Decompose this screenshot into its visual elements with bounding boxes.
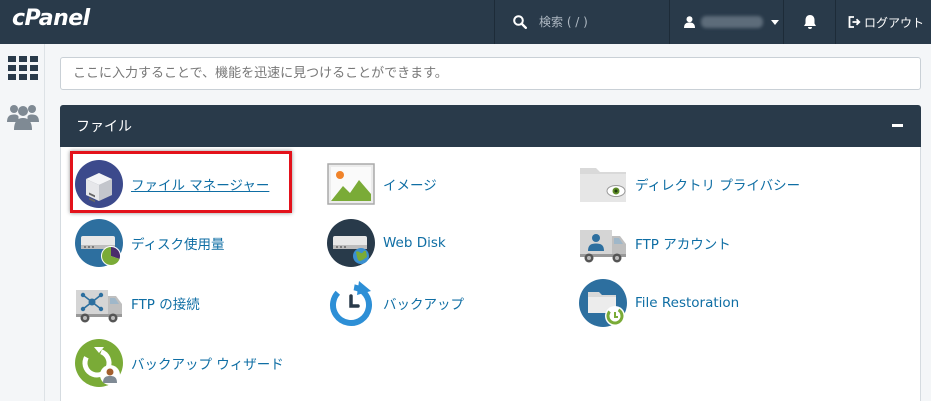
sidebar-item-users[interactable]: [0, 94, 45, 138]
feature-search-input[interactable]: [60, 57, 921, 90]
file-restoration-link[interactable]: File Restoration: [579, 279, 739, 327]
ftp-connections-label: FTP の接続: [131, 297, 200, 313]
web-disk-icon: [327, 219, 375, 267]
left-sidebar: [0, 44, 45, 401]
logout-icon: [848, 16, 861, 28]
backup-wizard-label: バックアップ ウィザード: [131, 357, 284, 373]
backup-wizard-icon: [75, 339, 123, 387]
user-menu[interactable]: username: [669, 0, 783, 44]
backup-icon: [330, 281, 372, 326]
file-restoration-label: File Restoration: [635, 295, 740, 311]
web-disk-link[interactable]: Web Disk: [327, 219, 446, 267]
disk-usage-label: ディスク使用量: [131, 237, 225, 253]
users-icon: [6, 105, 39, 130]
ftp-connections-link[interactable]: FTP の接続: [75, 279, 200, 327]
search-icon: [513, 15, 527, 29]
ftp-connections-icon: [76, 290, 122, 323]
header-search-input[interactable]: [539, 15, 659, 29]
notifications-button[interactable]: [783, 0, 835, 44]
user-icon: [684, 16, 695, 28]
images-label: イメージ: [383, 178, 437, 194]
user-name: username: [701, 16, 763, 28]
backup-link[interactable]: バックアップ: [327, 279, 464, 327]
logout-label: ログアウト: [864, 15, 925, 30]
web-disk-label: Web Disk: [383, 235, 446, 251]
sidebar-item-apps[interactable]: [0, 46, 45, 90]
top-bar: cPanel username ログアウト: [0, 0, 931, 44]
header-search[interactable]: [494, 0, 669, 44]
collapse-icon[interactable]: [892, 124, 903, 127]
ftp-accounts-link[interactable]: FTP アカウント: [579, 219, 731, 267]
disk-usage-icon: [75, 219, 123, 267]
bell-icon: [803, 15, 816, 29]
directory-privacy-icon: [580, 168, 626, 202]
backup-label: バックアップ: [383, 297, 464, 313]
cpanel-logo[interactable]: cPanel: [12, 6, 90, 31]
ftp-accounts-label: FTP アカウント: [635, 237, 731, 253]
chevron-down-icon: [771, 19, 779, 25]
directory-privacy-label: ディレクトリ プライバシー: [635, 178, 801, 194]
highlight-box: [70, 151, 292, 213]
ftp-accounts-icon: [580, 230, 626, 263]
files-panel-header[interactable]: ファイル: [60, 105, 921, 147]
directory-privacy-link[interactable]: ディレクトリ プライバシー: [579, 160, 800, 208]
logout-button[interactable]: ログアウト: [835, 0, 931, 44]
apps-grid-icon: [7, 56, 38, 80]
panel-title: ファイル: [76, 119, 132, 135]
image-icon: [327, 163, 375, 205]
images-link[interactable]: イメージ: [327, 160, 437, 208]
disk-usage-link[interactable]: ディスク使用量: [75, 219, 225, 267]
backup-wizard-link[interactable]: バックアップ ウィザード: [75, 339, 284, 387]
file-restoration-icon: [579, 279, 627, 327]
